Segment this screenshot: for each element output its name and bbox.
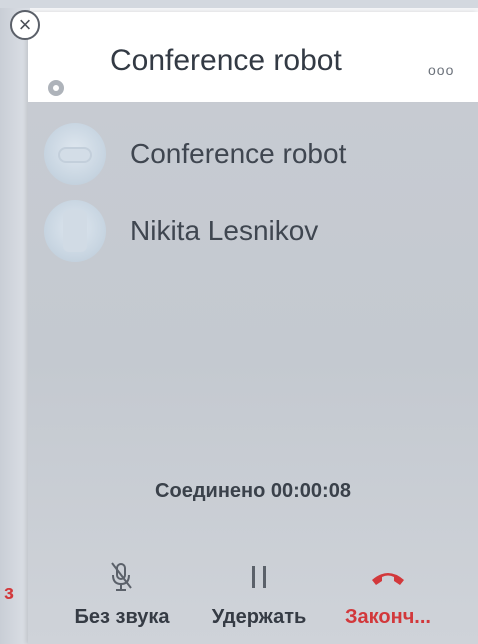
call-controls: Без звука Удержать Законч... [28, 558, 478, 638]
eye-icon[interactable] [48, 80, 64, 96]
microphone-muted-icon [111, 562, 132, 591]
call-title: Conference robot [110, 44, 342, 77]
hold-label: Удержать [211, 606, 307, 628]
end-call-label: Законч... [345, 606, 431, 628]
pause-icon [252, 566, 266, 588]
mute-button[interactable]: Без звука [62, 558, 182, 629]
participant-name: Nikita Lesnikov [130, 215, 319, 246]
participant-item[interactable]: Conference robot [44, 122, 464, 186]
hold-button[interactable]: Удержать [194, 558, 324, 629]
close-icon[interactable]: × [10, 10, 40, 40]
user-avatar [44, 200, 106, 262]
call-window: Conference robot ooo Conference robot Ni… [28, 12, 478, 644]
bot-avatar [44, 123, 106, 185]
background-partial-text: з [4, 582, 14, 604]
call-header: Conference robot ooo [28, 12, 478, 103]
participant-item[interactable]: Nikita Lesnikov [44, 199, 464, 263]
hang-up-icon [372, 573, 404, 585]
mute-label: Без звука [74, 606, 170, 628]
background-topbar [0, 0, 478, 8]
background-sidebar [0, 0, 30, 644]
participant-name: Conference robot [130, 138, 347, 169]
call-status: Соединено 00:00:08 [155, 480, 351, 502]
end-call-button[interactable]: Законч... [328, 558, 448, 629]
more-options-button[interactable]: ooo [428, 62, 454, 78]
